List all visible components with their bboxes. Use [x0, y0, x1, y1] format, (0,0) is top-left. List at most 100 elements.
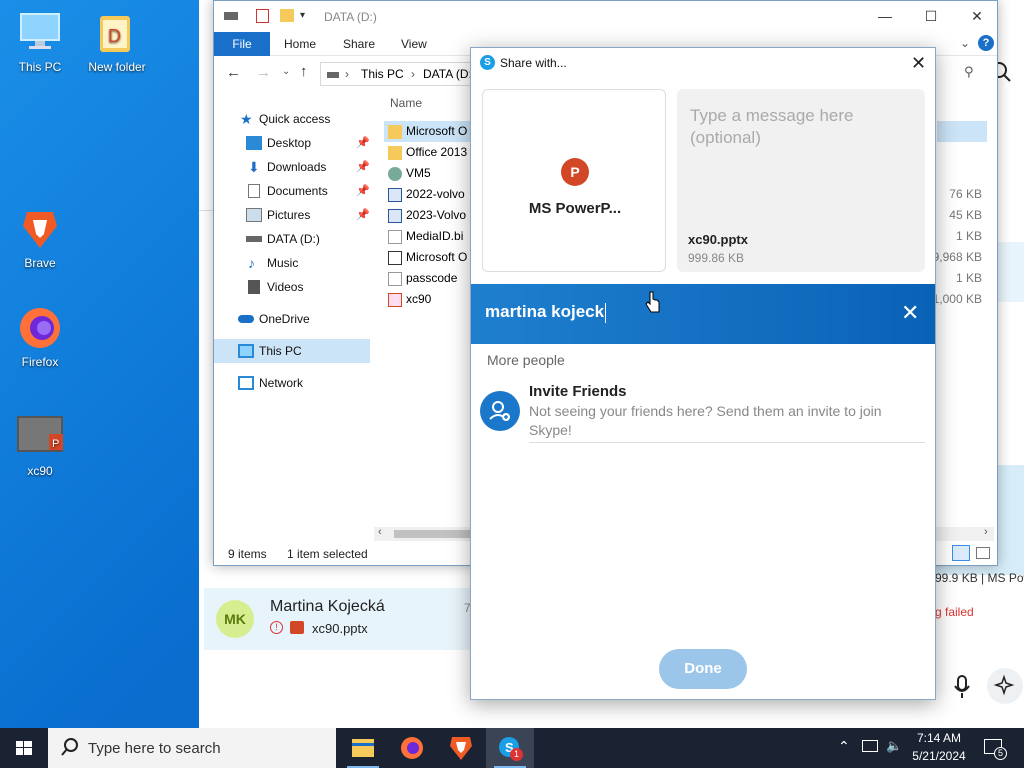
breadcrumb-data-d[interactable]: DATA (D:) — [423, 67, 476, 81]
invite-friends-description: Not seeing your friends here? Send them … — [529, 403, 882, 438]
file-row[interactable]: Microsoft O — [384, 121, 472, 142]
scroll-right-icon[interactable]: › — [984, 526, 988, 538]
nav-network[interactable]: Network — [214, 371, 370, 395]
add-contact-icon[interactable] — [480, 391, 520, 431]
large-icons-view-icon[interactable] — [976, 547, 990, 559]
recent-locations-icon[interactable]: ⌄ — [282, 66, 290, 77]
folder-icon: D — [94, 10, 140, 56]
pin-icon[interactable]: 📌 — [356, 203, 370, 227]
nav-music[interactable]: ♪ Music — [214, 251, 370, 275]
nav-quick-access[interactable]: ★ Quick access — [214, 107, 370, 131]
file-row[interactable]: VM5 — [384, 163, 472, 184]
column-header-name[interactable]: Name — [390, 96, 422, 110]
file-name: Microsoft O — [406, 250, 468, 264]
new-folder-icon[interactable] — [280, 9, 294, 22]
brave-desktop-icon[interactable]: Brave — [2, 206, 78, 270]
powerpoint-icon: P — [561, 158, 589, 186]
file-row[interactable]: 2023-Volvo — [384, 205, 472, 226]
sparkle-icon[interactable] — [987, 668, 1023, 704]
tab-share[interactable]: Share — [333, 32, 385, 56]
file-icon — [388, 229, 402, 244]
divider — [199, 210, 213, 211]
back-icon[interactable]: ← — [226, 64, 241, 81]
file-row[interactable]: passcode — [384, 268, 472, 289]
xc90-desktop-icon[interactable]: P xc90 — [2, 414, 78, 478]
search-icon[interactable]: ⚲ — [964, 64, 974, 80]
clock-time[interactable]: 7:14 AM — [904, 731, 974, 745]
file-row[interactable]: Microsoft O — [384, 247, 472, 268]
message-input[interactable]: Type a message here (optional) — [690, 105, 910, 149]
minimize-button[interactable]: — — [862, 1, 908, 32]
address-bar[interactable]: › This PC › DATA (D:) — [320, 62, 480, 86]
up-icon[interactable]: ↑ — [300, 63, 308, 80]
microphone-icon[interactable] — [950, 672, 974, 702]
skype-notification-badge: 1 — [510, 748, 523, 761]
firefox-icon — [17, 305, 63, 351]
document-icon — [248, 184, 260, 198]
breadcrumb-this-pc[interactable]: This PC — [361, 67, 404, 81]
taskbar-skype[interactable]: S 1 — [486, 728, 534, 768]
scroll-left-icon[interactable]: ‹ — [378, 526, 382, 538]
contact-search-input[interactable]: martina kojeck — [485, 302, 607, 323]
forward-icon[interactable]: → — [256, 64, 271, 81]
message-card[interactable]: Type a message here (optional) xc90.pptx… — [677, 89, 925, 272]
this-pc-desktop-icon[interactable]: This PC — [2, 10, 78, 74]
done-button[interactable]: Done — [659, 649, 747, 689]
nav-onedrive[interactable]: OneDrive — [214, 307, 370, 331]
svg-text:P: P — [52, 438, 59, 450]
nav-label: Network — [259, 376, 304, 390]
start-button[interactable] — [0, 728, 48, 768]
attachment-name: xc90.pptx — [688, 232, 748, 247]
properties-icon[interactable] — [256, 9, 269, 23]
new-folder-desktop-icon[interactable]: D New folder — [79, 10, 155, 74]
close-icon[interactable]: ✕ — [911, 53, 926, 74]
tab-file[interactable]: File — [214, 32, 270, 56]
taskbar-file-explorer[interactable] — [339, 728, 387, 768]
file-row[interactable]: xc90 — [384, 289, 472, 310]
tab-view[interactable]: View — [391, 32, 437, 56]
network-icon — [238, 376, 254, 390]
error-icon: ! — [270, 621, 283, 634]
taskbar-search[interactable]: Type here to search — [48, 728, 336, 768]
nav-this-pc[interactable]: This PC — [214, 339, 370, 363]
sending-failed-text: g failed — [935, 605, 974, 619]
scrollbar-thumb[interactable] — [394, 530, 474, 538]
invite-friends-title[interactable]: Invite Friends — [529, 383, 627, 400]
nav-data-d[interactable]: DATA (D:) — [214, 227, 370, 251]
file-row[interactable]: MediaID.bi — [384, 226, 472, 247]
volume-muted-icon[interactable]: 🔈 — [886, 738, 902, 754]
nav-videos[interactable]: Videos — [214, 275, 370, 299]
firefox-desktop-icon[interactable]: Firefox — [2, 305, 78, 369]
taskbar-brave[interactable] — [437, 728, 485, 768]
chevron-up-icon[interactable]: ⌃ — [838, 738, 850, 755]
contact-search-bar[interactable]: martina kojeck ✕ — [471, 284, 935, 344]
pin-icon[interactable]: 📌 — [356, 179, 370, 203]
clock-date[interactable]: 5/21/2024 — [904, 749, 974, 763]
monitor-icon — [238, 344, 254, 358]
pin-icon[interactable]: 📌 — [356, 155, 370, 179]
network-icon[interactable] — [862, 740, 878, 752]
nav-pictures[interactable]: Pictures 📌 — [214, 203, 370, 227]
details-view-icon[interactable] — [952, 545, 970, 561]
taskbar-firefox[interactable] — [388, 728, 436, 768]
close-button[interactable]: ✕ — [954, 1, 1000, 32]
maximize-button[interactable]: ☐ — [908, 1, 954, 32]
file-row[interactable]: 2022-volvo — [384, 184, 472, 205]
search-value: martina kojeck — [485, 302, 605, 321]
nav-desktop[interactable]: Desktop 📌 — [214, 131, 370, 155]
nav-label: OneDrive — [259, 312, 310, 326]
chevron-right-icon: › — [411, 67, 415, 81]
ribbon-expand-icon[interactable]: ⌄ — [960, 36, 970, 50]
download-icon: ⬇ — [248, 159, 260, 175]
quick-access-dropdown-icon[interactable]: ▾ — [300, 10, 305, 21]
help-icon[interactable]: ? — [978, 35, 994, 51]
desktop-icon-label: Firefox — [21, 355, 59, 369]
section-more-people: More people — [487, 352, 565, 368]
clear-search-icon[interactable]: ✕ — [901, 300, 919, 326]
pin-icon[interactable]: 📌 — [356, 131, 370, 155]
file-row[interactable]: Office 2013 — [384, 142, 472, 163]
folder-icon — [388, 145, 402, 160]
nav-documents[interactable]: Documents 📌 — [214, 179, 370, 203]
tab-home[interactable]: Home — [274, 32, 326, 56]
nav-downloads[interactable]: ⬇ Downloads 📌 — [214, 155, 370, 179]
